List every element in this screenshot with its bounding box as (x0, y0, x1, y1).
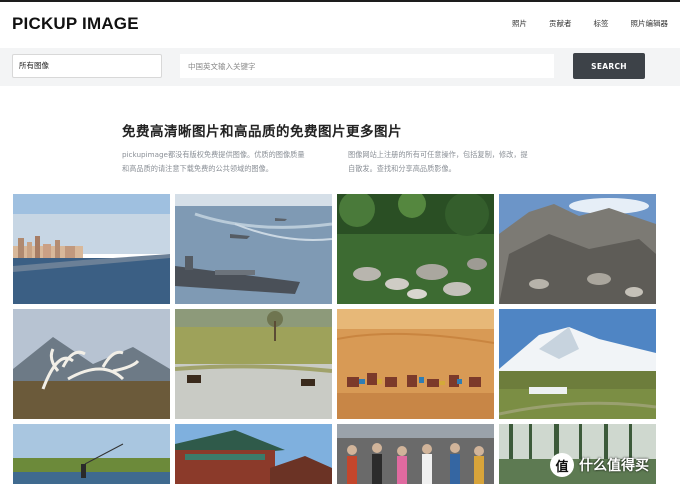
gallery-image-rocky-forest-stream[interactable] (337, 194, 494, 304)
image-gallery (13, 194, 657, 484)
gallery-image-antlers-mountain[interactable] (13, 309, 170, 419)
gallery-image-temple-roof[interactable] (175, 424, 332, 484)
nav-item-tags[interactable]: 标签 (594, 18, 609, 29)
page-title: 免费高清晰图片和高品质的免费图片更多图片 (122, 124, 402, 140)
gallery-image-desert-camels[interactable] (337, 309, 494, 419)
intro-text-left: pickupimage都没有版权免费提供图像。优质的图像质量和高品质的请注意下载… (122, 150, 305, 173)
category-select[interactable]: 所有图像 (12, 54, 162, 78)
watermark-text: 什么值得买 (579, 458, 649, 474)
gallery-image-street-crowd[interactable] (337, 424, 494, 484)
watermark-badge-icon: 值 (550, 453, 574, 477)
intro-section: 免费高清晰图片和高品质的免费图片更多图片 pickupimage都没有版权免费提… (122, 120, 562, 176)
site-logo[interactable]: PICKUP IMAGE (12, 14, 139, 34)
main-nav: 照片 贡献者 标签 照片编辑器 (512, 18, 668, 29)
site-watermark: 值 什么值得买 (550, 453, 649, 477)
gallery-image-river-reeds-fisherman[interactable] (13, 424, 170, 484)
nav-item-contributors[interactable]: 贡献者 (549, 18, 572, 29)
search-bar: 所有图像 SEARCH (0, 48, 680, 86)
search-input[interactable] (180, 54, 554, 78)
gallery-image-city-waterfront[interactable] (13, 194, 170, 304)
intro-columns: pickupimage都没有版权免费提供图像。优质的图像质量和高品质的请注意下载… (122, 148, 562, 176)
gallery-image-snow-mountain-valley[interactable] (499, 309, 656, 419)
nav-item-photos[interactable]: 照片 (512, 18, 527, 29)
gallery-image-aircraft-carrier[interactable] (175, 194, 332, 304)
gallery-image-rocky-mountain[interactable] (499, 194, 656, 304)
gallery-image-wetland-cattle[interactable] (175, 309, 332, 419)
site-header: PICKUP IMAGE 照片 贡献者 标签 照片编辑器 (0, 2, 680, 48)
intro-text-right: 图像网站上注册的所有可任意操作，包括复制，修改，提自散发。查找和分享高品质影像。 (348, 150, 528, 173)
search-button[interactable]: SEARCH (573, 53, 645, 79)
nav-item-photo-editor[interactable]: 照片编辑器 (631, 18, 669, 29)
